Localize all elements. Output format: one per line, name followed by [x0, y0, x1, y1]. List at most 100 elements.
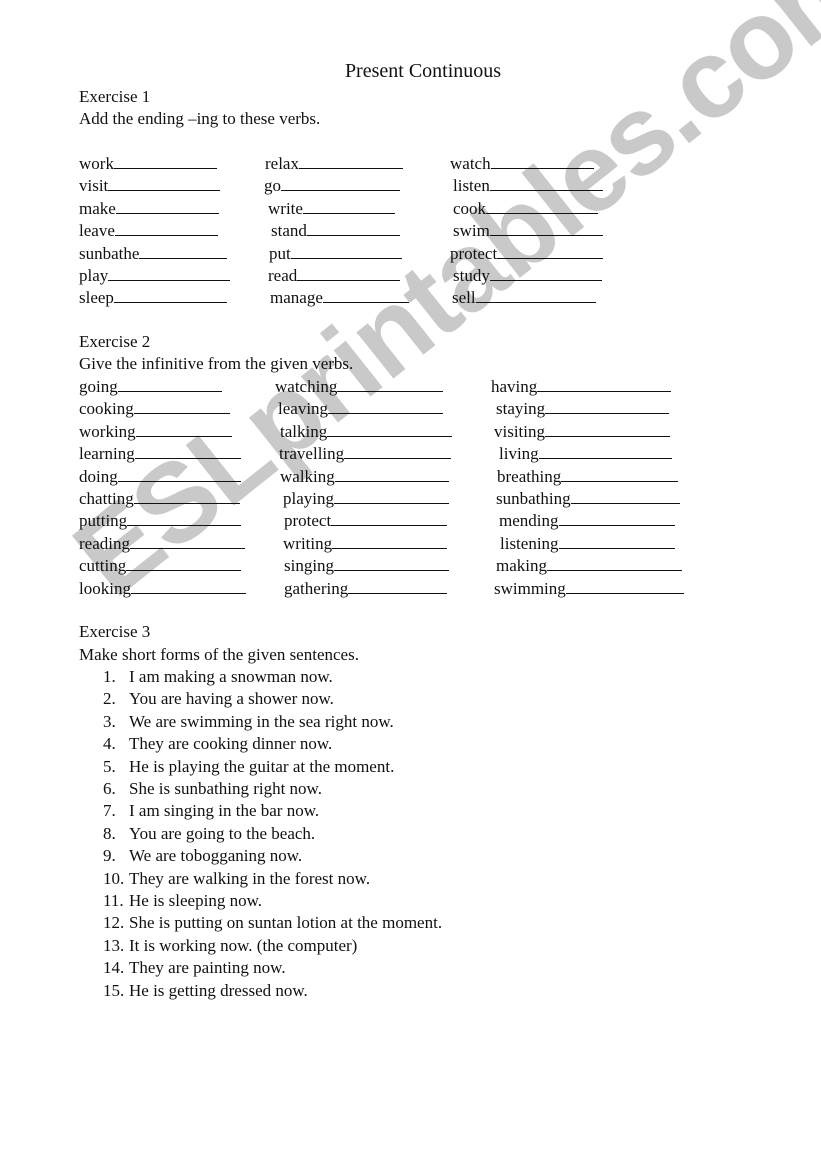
exercise2-word: living	[499, 444, 539, 464]
answer-blank[interactable]	[113, 152, 217, 169]
exercise1-item: sell	[452, 286, 596, 309]
answer-blank[interactable]	[497, 242, 603, 259]
exercise1-word: swim	[453, 221, 490, 241]
exercise1-item: listen	[453, 174, 603, 197]
answer-blank[interactable]	[538, 442, 672, 460]
answer-blank[interactable]	[306, 219, 400, 237]
answer-blank[interactable]	[337, 375, 443, 392]
answer-blank[interactable]	[126, 554, 241, 572]
answer-blank[interactable]	[561, 465, 678, 482]
answer-blank[interactable]	[114, 219, 218, 237]
exercise2-word: singing	[284, 556, 335, 576]
exercise1-item: watch	[450, 152, 594, 175]
answer-blank[interactable]	[108, 264, 230, 281]
sentence-text: It is working now. (the computer)	[129, 935, 358, 955]
answer-blank[interactable]	[558, 532, 675, 549]
exercise1-word: relax	[265, 154, 299, 173]
answer-blank[interactable]	[297, 264, 400, 281]
answer-blank[interactable]	[134, 442, 241, 460]
answer-blank[interactable]	[113, 286, 227, 304]
sentence-number: 3.	[103, 711, 116, 731]
answer-blank[interactable]	[327, 420, 452, 437]
exercise2-item: visiting	[494, 420, 670, 443]
answer-blank[interactable]	[490, 152, 594, 169]
answer-blank[interactable]	[135, 420, 232, 437]
exercise2-item: breathing	[497, 465, 678, 488]
sentence-number: 5.	[103, 756, 116, 776]
exercise1-word: manage	[270, 288, 323, 308]
exercise2-item: leaving	[278, 397, 443, 420]
exercise1-item: work	[79, 152, 217, 175]
answer-blank[interactable]	[334, 465, 449, 482]
answer-blank[interactable]	[332, 532, 447, 549]
answer-blank[interactable]	[298, 152, 403, 169]
sentence-item: 14. They are painting now.	[103, 957, 286, 979]
exercise2-item: working	[79, 420, 232, 443]
answer-blank[interactable]	[322, 286, 409, 304]
answer-blank[interactable]	[537, 375, 671, 392]
answer-blank[interactable]	[117, 375, 222, 392]
answer-blank[interactable]	[545, 397, 669, 415]
sentence-item: 3. We are swimming in the sea right now.	[103, 711, 394, 733]
sentence-item: 2. You are having a shower now.	[103, 688, 334, 710]
answer-blank[interactable]	[486, 197, 598, 214]
exercise1-word: watch	[450, 154, 491, 173]
answer-blank[interactable]	[475, 286, 596, 304]
answer-blank[interactable]	[565, 577, 684, 594]
answer-blank[interactable]	[290, 242, 402, 259]
exercise2-item: learning	[79, 442, 241, 465]
sentence-text: They are walking in the forest now.	[129, 868, 371, 888]
answer-blank[interactable]	[344, 442, 451, 460]
sentence-item: 11. He is sleeping now.	[103, 890, 262, 912]
exercise2-word: visiting	[494, 421, 546, 441]
sentence-text: He is sleeping now.	[129, 891, 262, 910]
answer-blank[interactable]	[129, 532, 245, 549]
exercise2-word: chatting	[79, 489, 134, 508]
sentence-item: 5. He is playing the guitar at the moment…	[103, 756, 394, 778]
sentence-item: 15. He is getting dressed now.	[103, 980, 308, 1002]
answer-blank[interactable]	[334, 487, 449, 504]
answer-blank[interactable]	[331, 509, 447, 527]
exercise2-item: walking	[280, 465, 449, 488]
answer-blank[interactable]	[130, 577, 246, 594]
sentence-number: 7.	[103, 801, 116, 821]
answer-blank[interactable]	[558, 509, 675, 527]
exercise2-word: cutting	[79, 556, 127, 576]
exercise2-item: singing	[284, 554, 449, 577]
answer-blank[interactable]	[334, 554, 449, 572]
exercise2-item: watching	[275, 375, 443, 398]
exercise2-item: playing	[283, 487, 449, 510]
answer-blank[interactable]	[127, 509, 241, 527]
exercise2-word: breathing	[497, 466, 562, 486]
answer-blank[interactable]	[133, 397, 230, 415]
answer-blank[interactable]	[489, 174, 603, 192]
sentence-number: 13.	[103, 935, 125, 955]
exercise2-word: making	[496, 556, 547, 576]
answer-blank[interactable]	[547, 554, 682, 572]
sentence-text: He is playing the guitar at the moment.	[129, 756, 395, 776]
answer-blank[interactable]	[545, 420, 670, 437]
exercise2-word: walking	[280, 466, 335, 486]
exercise1-item: swim	[453, 219, 603, 242]
sentence-item: 4. They are cooking dinner now.	[103, 733, 332, 755]
answer-blank[interactable]	[117, 465, 241, 482]
answer-blank[interactable]	[133, 487, 240, 504]
exercise2-word: mending	[499, 511, 559, 531]
answer-blank[interactable]	[139, 242, 227, 259]
exercise1-item: manage	[270, 286, 409, 309]
answer-blank[interactable]	[489, 219, 603, 237]
sentence-item: 1. I am making a snowman now.	[103, 666, 333, 688]
answer-blank[interactable]	[348, 577, 447, 594]
answer-blank[interactable]	[281, 174, 400, 192]
exercise2-word: sunbathing	[496, 489, 571, 508]
answer-blank[interactable]	[115, 197, 219, 214]
answer-blank[interactable]	[108, 174, 220, 192]
answer-blank[interactable]	[489, 264, 602, 281]
answer-blank[interactable]	[328, 397, 443, 415]
exercise2-item: going	[79, 375, 222, 398]
exercise1-item: relax	[265, 152, 403, 175]
exercise2-item: looking	[79, 577, 246, 600]
sentence-text: She is sunbathing right now.	[129, 779, 322, 798]
answer-blank[interactable]	[302, 197, 395, 214]
answer-blank[interactable]	[570, 487, 680, 504]
